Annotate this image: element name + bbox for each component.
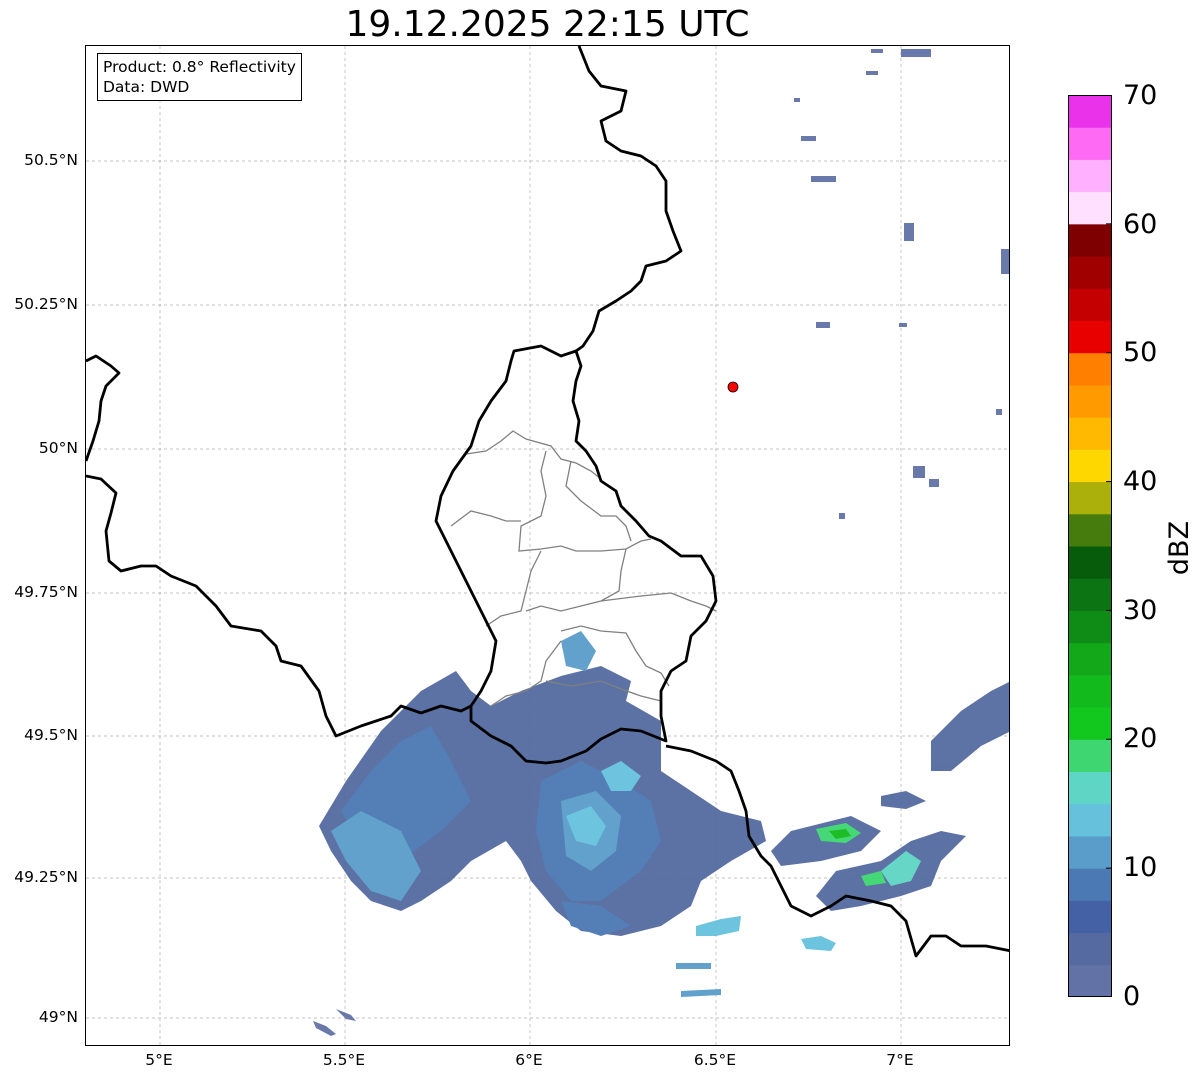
lon-tick: 7°E (886, 1051, 914, 1069)
colorbar-tick: 50 (1123, 337, 1158, 368)
echo-speckle (871, 49, 883, 53)
echo-speckle (839, 513, 845, 519)
colorbar-segment (1068, 674, 1112, 708)
colorbar-segment (1068, 546, 1112, 579)
colorbar-segment (1068, 127, 1112, 160)
colorbar-tick: 40 (1123, 466, 1158, 497)
colorbar-segment (1068, 739, 1112, 772)
echo-cell-south-small (696, 916, 741, 936)
lon-tick: 6.5°E (693, 1051, 737, 1069)
lon-tick: 5.5°E (322, 1051, 366, 1069)
lat-tick: 49.75°N (14, 583, 78, 601)
colorbar-tick: 0 (1123, 981, 1141, 1012)
echo-speckle (1001, 249, 1009, 274)
border-fr-be (86, 474, 472, 738)
border-fr-be-north (86, 354, 121, 462)
echo-speckle-sw1 (313, 1021, 336, 1036)
colorbar-segment (1068, 417, 1112, 450)
lat-tick: 49.5°N (24, 726, 78, 744)
colorbar-segment (1068, 159, 1112, 193)
echo-speckle (811, 176, 836, 182)
product-label: Product: 0.8° Reflectivity (103, 58, 296, 76)
colorbar-label: dBZ (1164, 520, 1195, 576)
echo-speckle (996, 409, 1002, 415)
echo-speckle (901, 49, 931, 57)
echo-core-lux (561, 631, 596, 671)
colorbar-segment (1068, 964, 1112, 997)
lat-tick: 50.25°N (14, 295, 78, 313)
echo-speckle (794, 98, 800, 102)
colorbar-segment (1068, 288, 1112, 321)
colorbar-segment (1068, 835, 1112, 869)
echo-cell-se (801, 936, 836, 951)
colorbar-segment (1068, 320, 1112, 354)
echo-speckle (866, 71, 878, 75)
map-canvas (86, 46, 1009, 1045)
colorbar-segment (1068, 384, 1112, 418)
colorbar-segment (1068, 191, 1112, 225)
lat-tick: 50.5°N (24, 151, 78, 169)
echo-cell-south-small3 (681, 989, 721, 997)
colorbar-segment (1068, 900, 1112, 934)
echo-speckle-sw2 (336, 1009, 356, 1021)
echo-speckle (904, 223, 914, 241)
echo-cell-south-small2 (676, 963, 711, 969)
map-title: 19.12.2025 22:15 UTC (345, 4, 750, 45)
echo-cell-northeast (931, 682, 1009, 771)
echo-speckle (913, 466, 925, 478)
lat-tick: 49.25°N (14, 868, 78, 886)
echo-speckle (899, 323, 907, 327)
colorbar-segment (1068, 256, 1112, 289)
colorbar-segment (1068, 95, 1112, 128)
colorbar-tick: 10 (1123, 852, 1158, 883)
colorbar-tick: 20 (1123, 723, 1158, 754)
colorbar-segment (1068, 578, 1112, 611)
colorbar-segment (1068, 610, 1112, 644)
colorbar-tick: 30 (1123, 595, 1158, 626)
colorbar-segment (1068, 932, 1112, 966)
colorbar (1068, 95, 1112, 997)
colorbar-tick: 70 (1123, 80, 1158, 111)
colorbar-segment (1068, 868, 1112, 901)
radar-map[interactable] (85, 45, 1010, 1046)
lon-tick: 5°E (145, 1051, 173, 1069)
data-source-label: Data: DWD (103, 78, 190, 96)
echo-cell-e2 (881, 791, 926, 809)
lat-tick: 49°N (38, 1008, 78, 1026)
radar-site-marker (727, 381, 739, 393)
colorbar-segment (1068, 352, 1112, 386)
colorbar-segment (1068, 707, 1112, 740)
colorbar-segment (1068, 223, 1112, 257)
echo-speckle (816, 322, 830, 328)
colorbar-segment (1068, 449, 1112, 483)
colorbar-segment (1068, 771, 1112, 805)
colorbar-segment (1068, 513, 1112, 547)
echo-speckle (801, 136, 816, 141)
colorbar-segment (1068, 803, 1112, 837)
lat-tick: 50°N (38, 439, 78, 457)
colorbar-tick: 60 (1123, 209, 1158, 240)
colorbar-segment (1068, 481, 1112, 515)
info-box: Product: 0.8° Reflectivity Data: DWD (97, 53, 302, 101)
colorbar-segment (1068, 642, 1112, 676)
echo-speckle (929, 479, 939, 487)
lon-tick: 6°E (515, 1051, 543, 1069)
